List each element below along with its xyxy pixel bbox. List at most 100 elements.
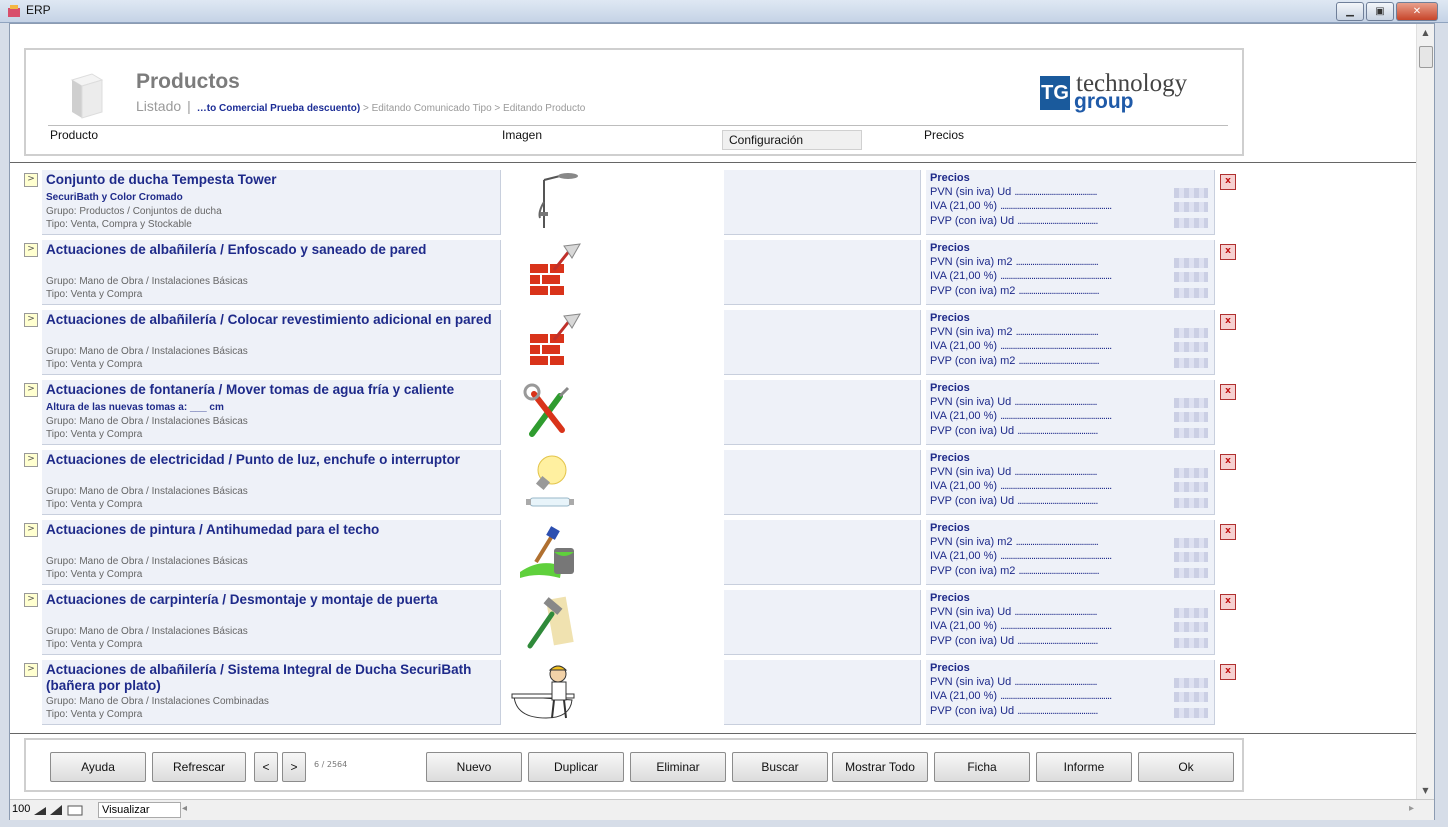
product-config[interactable] [724,520,921,585]
close-button[interactable]: ✕ [1396,2,1438,21]
delete-row-button[interactable]: x [1220,174,1236,190]
product-row[interactable]: > Actuaciones de fontanería / Mover toma… [10,380,1416,446]
vertical-scrollbar[interactable]: ▲ ▼ [1416,24,1434,799]
product-info[interactable]: Actuaciones de albañilería / Sistema Int… [42,660,501,725]
price-iva-value [1174,412,1208,422]
product-row[interactable]: > Actuaciones de pintura / Antihumedad p… [10,520,1416,586]
expand-row-button[interactable]: > [24,173,38,187]
product-group: Grupo: Mano de Obra / Instalaciones Bási… [46,416,248,427]
breadcrumb-link[interactable]: …to Comercial Prueba descuento) [197,103,360,114]
price-pvn-value [1174,188,1208,198]
price-pvp: PVP (con iva) m2 .......................… [930,355,1100,367]
record-button[interactable]: Ficha [934,752,1030,782]
view-mode-icons[interactable] [32,804,96,816]
column-precios[interactable]: Precios [924,128,964,142]
product-config[interactable] [724,310,921,375]
delete-row-button[interactable]: x [1220,664,1236,680]
product-info[interactable]: Actuaciones de fontanería / Mover tomas … [42,380,501,445]
minimize-button[interactable]: ▁ [1336,2,1364,21]
scroll-up-icon[interactable]: ▲ [1417,24,1434,41]
product-config[interactable] [724,240,921,305]
help-button[interactable]: Ayuda [50,752,146,782]
prev-page-button[interactable]: < [254,752,278,782]
product-config[interactable] [724,590,921,655]
product-title[interactable]: Actuaciones de albañilería / Enfoscado y… [46,242,496,258]
product-row[interactable]: > Actuaciones de albañilería / Enfoscado… [10,240,1416,306]
product-title[interactable]: Actuaciones de electricidad / Punto de l… [46,452,496,468]
product-config[interactable] [724,660,921,725]
product-row[interactable]: > Actuaciones de albañilería / Sistema I… [10,660,1416,726]
tools-icon [510,382,582,442]
resize-grip-icon[interactable]: ▸ [1409,803,1414,814]
list-top-divider [10,162,1416,163]
delete-button[interactable]: Eliminar [630,752,726,782]
delete-row-button[interactable]: x [1220,244,1236,260]
price-leader: ....................................... [1017,635,1098,647]
ok-button[interactable]: Ok [1138,752,1234,782]
product-info[interactable]: Actuaciones de albañilería / Enfoscado y… [42,240,501,305]
delete-row-button[interactable]: x [1220,594,1236,610]
expand-row-button[interactable]: > [24,523,38,537]
delete-row-button[interactable]: x [1220,524,1236,540]
column-imagen[interactable]: Imagen [502,128,542,142]
duplicate-button[interactable]: Duplicar [528,752,624,782]
price-pvp-value [1174,428,1208,438]
product-title[interactable]: Actuaciones de carpintería / Desmontaje … [46,592,496,608]
price-pvp-label: PVP (con iva) m2 [930,565,1016,577]
column-configuracion[interactable]: Configuración [722,130,862,150]
search-button[interactable]: Buscar [732,752,828,782]
product-title[interactable]: Actuaciones de albañilería / Sistema Int… [46,662,496,694]
product-info[interactable]: Actuaciones de albañilería / Colocar rev… [42,310,501,375]
product-row[interactable]: > Conjunto de ducha Tempesta Tower Secur… [10,170,1416,236]
scroll-down-icon[interactable]: ▼ [1417,782,1434,799]
next-page-button[interactable]: > [282,752,306,782]
product-config[interactable] [724,450,921,515]
column-producto[interactable]: Producto [50,128,98,142]
status-bar: 100 Visualizar ◂ ▸ [10,799,1434,820]
price-pvp: PVP (con iva) m2 .......................… [930,285,1100,297]
refresh-button[interactable]: Refrescar [152,752,246,782]
price-leader: ....................................... [1017,425,1098,437]
report-button[interactable]: Informe [1036,752,1132,782]
product-info[interactable]: Actuaciones de pintura / Antihumedad par… [42,520,501,585]
new-button[interactable]: Nuevo [426,752,522,782]
delete-row-button[interactable]: x [1220,454,1236,470]
price-pvn-value [1174,538,1208,548]
product-title[interactable]: Conjunto de ducha Tempesta Tower [46,172,496,188]
price-leader: ....................................... [1018,285,1099,297]
product-type: Tipo: Venta, Compra y Stockable [46,219,192,230]
hammer-icon [510,592,582,652]
expand-row-button[interactable]: > [24,593,38,607]
expand-row-button[interactable]: > [24,313,38,327]
product-config[interactable] [724,380,921,445]
price-pvn-label: PVN (sin iva) Ud [930,676,1012,688]
scroll-thumb[interactable] [1419,46,1433,68]
price-leader: ........................................… [1000,410,1112,422]
price-pvp-label: PVP (con iva) Ud [930,705,1015,717]
expand-row-button[interactable]: > [24,453,38,467]
expand-row-button[interactable]: > [24,663,38,677]
delete-row-button[interactable]: x [1220,384,1236,400]
product-row[interactable]: > Actuaciones de albañilería / Colocar r… [10,310,1416,376]
prices-title: Precios [930,522,970,534]
scroll-left-icon[interactable]: ◂ [182,803,187,814]
product-title[interactable]: Actuaciones de fontanería / Mover tomas … [46,382,496,398]
price-pvn: PVN (sin iva) m2 .......................… [930,326,1099,338]
view-select[interactable]: Visualizar [98,802,181,818]
product-info[interactable]: Actuaciones de electricidad / Punto de l… [42,450,501,515]
product-row[interactable]: > Actuaciones de carpintería / Desmontaj… [10,590,1416,656]
product-row[interactable]: > Actuaciones de electricidad / Punto de… [10,450,1416,516]
breadcrumb-separator: | [187,98,191,114]
product-title[interactable]: Actuaciones de albañilería / Colocar rev… [46,312,496,328]
product-info[interactable]: Conjunto de ducha Tempesta Tower SecuriB… [42,170,501,235]
maximize-button[interactable]: ▣ [1366,2,1394,21]
product-info[interactable]: Actuaciones de carpintería / Desmontaje … [42,590,501,655]
product-title[interactable]: Actuaciones de pintura / Antihumedad par… [46,522,496,538]
expand-row-button[interactable]: > [24,383,38,397]
product-config[interactable] [724,170,921,235]
expand-row-button[interactable]: > [24,243,38,257]
product-type: Tipo: Venta y Compra [46,499,143,510]
delete-row-button[interactable]: x [1220,314,1236,330]
show-all-button[interactable]: Mostrar Todo [832,752,928,782]
product-group: Grupo: Mano de Obra / Instalaciones Bási… [46,276,248,287]
